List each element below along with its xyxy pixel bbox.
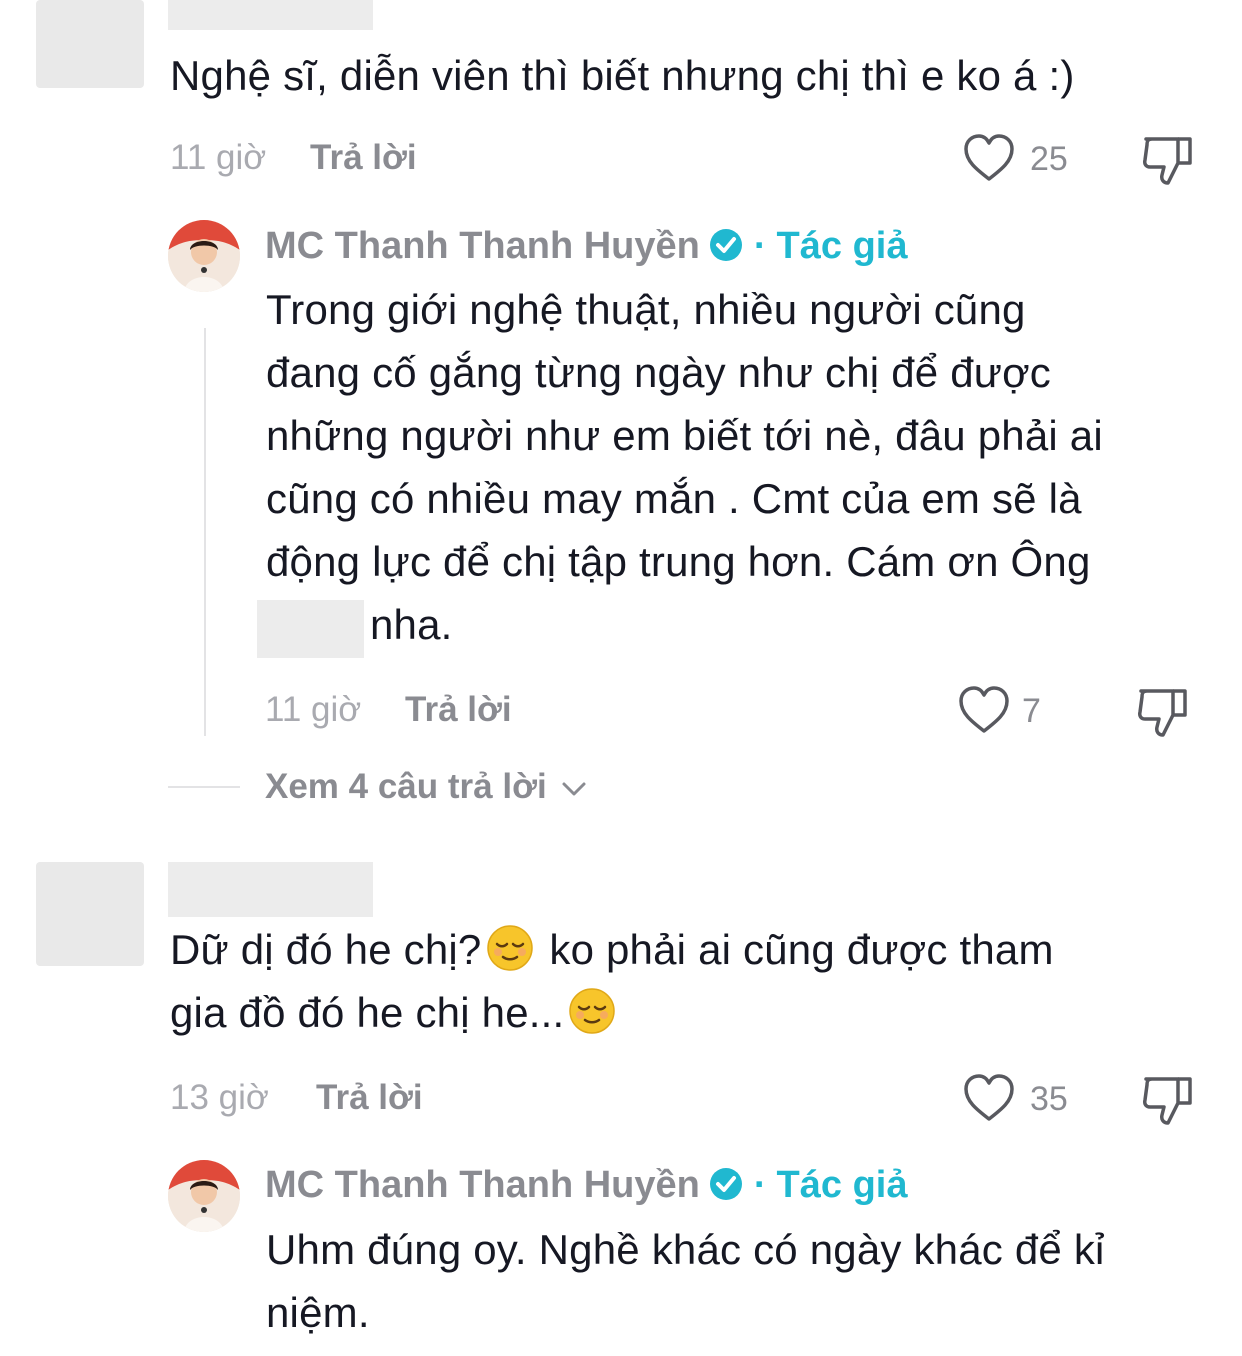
reply-time: 11 giờ — [265, 690, 362, 729]
relieved-face-emoji — [486, 924, 534, 972]
dislike-button[interactable] — [1140, 1073, 1196, 1127]
view-more-label: Xem 4 câu trả lời — [265, 767, 547, 806]
heart-outline-icon — [964, 134, 1014, 181]
view-more-divider — [168, 786, 240, 788]
comment-text: Nghệ sĩ, diễn viên thì biết nhưng chị th… — [170, 52, 1075, 99]
commenter-avatar-redacted — [36, 862, 144, 966]
chevron-down-icon — [560, 779, 588, 799]
comment-line: Dữ dị đó he chị? ko phải ai cũng được th… — [170, 924, 1054, 973]
commenter-name-redacted — [168, 862, 373, 917]
author-avatar[interactable] — [168, 1160, 240, 1232]
reply-line: niệm. — [266, 1289, 370, 1336]
reply-button[interactable]: Trả lời — [316, 1078, 423, 1118]
author-reply-text: Uhm đúng oy. Nghề khác có ngày khác để k… — [266, 1218, 1226, 1344]
author-name[interactable]: MC Thanh Thanh Huyền — [265, 225, 700, 267]
view-more-replies[interactable]: Xem 4 câu trả lời — [265, 767, 588, 807]
thumbs-down-icon — [1143, 137, 1192, 185]
dislike-button[interactable] — [1135, 685, 1191, 739]
comment-time: 11 giờ — [170, 138, 267, 177]
reply-line: nha. — [370, 601, 453, 648]
author-name[interactable]: MC Thanh Thanh Huyền — [265, 1164, 700, 1206]
heart-outline-icon — [959, 686, 1009, 733]
thumbs-down-icon — [1143, 1077, 1192, 1125]
like-button[interactable] — [962, 133, 1016, 183]
separator-dot: · — [753, 225, 767, 267]
comment-time: 13 giờ — [170, 1078, 269, 1117]
reply-line: Trong giới nghệ thuật, nhiều người cũng — [266, 286, 1026, 333]
thumbs-down-icon — [1138, 689, 1187, 737]
like-count: 7 — [1022, 692, 1041, 730]
separator-dot: · — [753, 1164, 767, 1206]
author-name-row: MC Thanh Thanh Huyền · Tác giả — [265, 224, 907, 268]
like-count: 35 — [1030, 1080, 1068, 1118]
author-avatar[interactable] — [168, 220, 240, 292]
verified-badge-icon — [708, 1166, 744, 1202]
commenter-avatar-redacted — [36, 0, 144, 88]
reply-line: động lực để chị tập trung hơn. Cám ơn Ôn… — [266, 538, 1091, 585]
author-name-row: MC Thanh Thanh Huyền · Tác giả — [265, 1163, 907, 1207]
thread-line — [204, 328, 206, 736]
author-reply-text: Trong giới nghệ thuật, nhiều người cũng … — [266, 278, 1226, 656]
reply-line: Uhm đúng oy. Nghề khác có ngày khác để k… — [266, 1226, 1105, 1273]
dislike-button[interactable] — [1140, 133, 1196, 187]
reply-button[interactable]: Trả lời — [405, 690, 512, 730]
reply-line: những người như em biết tới nè, đâu phải… — [266, 412, 1103, 459]
mentioned-name-redacted — [257, 600, 364, 658]
comment-line: gia đồ đó he chị he... — [170, 981, 1220, 1044]
author-tag: Tác giả — [776, 1164, 908, 1206]
heart-outline-icon — [964, 1074, 1014, 1121]
author-tag: Tác giả — [776, 225, 908, 267]
like-count: 25 — [1030, 140, 1068, 178]
reply-button[interactable]: Trả lời — [310, 138, 417, 178]
commenter-name-redacted — [168, 0, 373, 30]
reply-line: cũng có nhiều may mắn . Cmt của em sẽ là — [266, 475, 1082, 522]
reply-line: đang cố gắng từng ngày như chị để được — [266, 349, 1052, 396]
comment-text: Dữ dị đó he chị? ko phải ai cũng được th… — [170, 918, 1220, 1044]
relieved-face-emoji — [568, 987, 616, 1035]
verified-badge-icon — [708, 227, 744, 263]
like-button[interactable] — [957, 685, 1011, 735]
like-button[interactable] — [962, 1073, 1016, 1123]
